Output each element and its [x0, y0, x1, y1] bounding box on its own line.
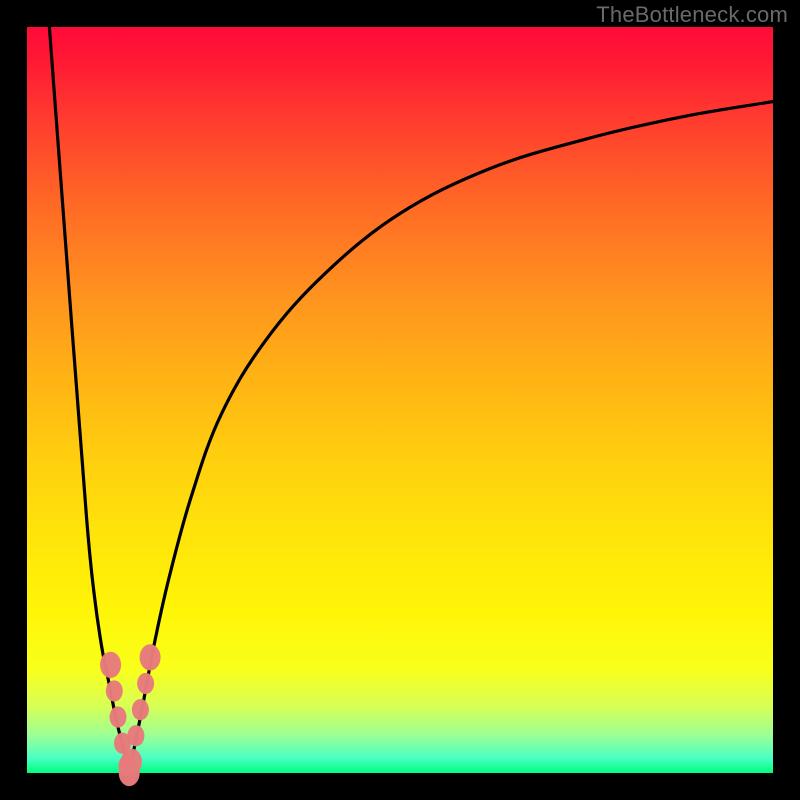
data-marker: [137, 673, 154, 694]
bottleneck-plot: [27, 27, 773, 773]
marker-layer: [100, 644, 161, 786]
data-marker: [132, 699, 149, 720]
data-marker: [106, 680, 123, 701]
chart-area: [27, 27, 773, 773]
curve-right-branch: [129, 102, 773, 773]
data-marker: [121, 749, 142, 775]
data-marker: [127, 725, 144, 746]
watermark-text: TheBottleneck.com: [596, 2, 788, 28]
data-marker: [110, 706, 127, 727]
data-marker: [140, 644, 161, 670]
data-marker: [100, 652, 121, 678]
